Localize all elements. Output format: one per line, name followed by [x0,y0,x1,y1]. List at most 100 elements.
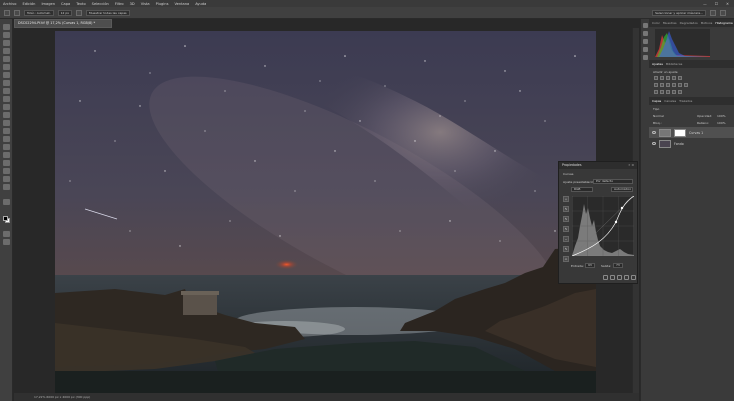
quick-select-tool-icon[interactable] [3,48,10,54]
preset-select[interactable]: Por defecto [593,179,633,184]
eraser-tool-icon[interactable] [3,112,10,118]
sample-all-layers-checkbox[interactable]: Muestrar todas las capas [86,9,130,16]
close-button[interactable]: ✕ [726,2,729,6]
gray-point-eyedropper-icon[interactable]: ✎ [563,216,569,222]
target-adjust-icon[interactable]: ⊹ [563,196,569,202]
menu-vista[interactable]: Vista [141,2,150,6]
auto-button[interactable]: Automático [611,187,633,192]
tab-histogram[interactable]: Histograma [715,21,732,25]
document-tab[interactable]: DSC02294-Pf.tif @ 17,2% (Curvas 1, RGB/8… [14,19,112,28]
clone-stamp-tool-icon[interactable] [3,96,10,102]
tab-channels[interactable]: Canales [664,99,676,103]
pen-tool-icon[interactable] [3,144,10,150]
visibility-icon[interactable] [624,275,629,280]
channel-select[interactable]: RGB [571,187,593,192]
tolerance-field[interactable]: Tolér.: Automat. [24,9,54,16]
menu-texto[interactable]: Texto [76,2,85,6]
threshold-icon[interactable] [666,90,670,94]
tab-color[interactable]: Color [652,21,660,25]
search-icon[interactable] [710,9,716,16]
hue-saturation-icon[interactable] [654,83,658,87]
quick-selection-icon[interactable] [14,9,20,16]
paragraph-icon[interactable] [643,39,648,44]
fill-field[interactable]: 100% [717,121,734,125]
selective-color-icon[interactable] [678,90,682,94]
levels-icon[interactable] [660,76,664,80]
move-tool-icon[interactable] [3,24,10,30]
screen-mode-icon[interactable] [3,239,10,245]
history-icon[interactable] [643,23,648,28]
vibrance-icon[interactable] [678,76,682,80]
type-tool-icon[interactable] [3,152,10,158]
path-select-tool-icon[interactable] [3,160,10,166]
layer-mask-thumbnail[interactable] [674,128,686,137]
color-balance-icon[interactable] [660,83,664,87]
maximize-button[interactable]: ☐ [715,2,718,6]
zoom-tool-icon[interactable] [3,184,10,190]
layer-kind-filter[interactable]: Tipo [649,107,734,111]
tab-patterns[interactable]: Motivos [701,21,713,25]
menu-edicion[interactable]: Edición [22,2,35,6]
trash-icon[interactable] [631,275,636,280]
tab-layers[interactable]: Capas [652,99,661,103]
menu-ayuda[interactable]: Ayuda [195,2,206,6]
menu-imagen[interactable]: Imagen [41,2,55,6]
menu-plugins[interactable]: Plugins [156,2,169,6]
add-selection-icon[interactable] [76,9,83,16]
hand-tool-icon[interactable] [3,176,10,182]
home-icon[interactable] [4,9,10,16]
output-field[interactable]: 73 [613,263,623,268]
menu-seleccion[interactable]: Selección [92,2,109,6]
more-tools-icon[interactable] [3,199,10,205]
layer-row-background[interactable]: Fondo [649,138,734,149]
clipping-warning-icon[interactable]: ⚠ [563,256,569,262]
tab-adjustments[interactable]: Ajustes [652,62,663,66]
history-brush-tool-icon[interactable] [3,104,10,110]
reset-icon[interactable] [617,275,622,280]
lasso-tool-icon[interactable] [3,40,10,46]
layer-row-curves[interactable]: Curvas 1 [649,127,734,138]
tab-libraries[interactable]: Bibliotecas [666,62,682,66]
properties-header[interactable]: Propiedades » ≡ [559,162,637,169]
view-previous-icon[interactable] [610,275,615,280]
character-icon[interactable] [643,47,648,52]
black-point-eyedropper-icon[interactable]: ✎ [563,206,569,212]
blur-tool-icon[interactable] [3,128,10,134]
curves-graph[interactable] [572,196,634,256]
tab-gradients[interactable]: Degradados [680,21,698,25]
brush-tool-icon[interactable] [3,88,10,94]
healing-brush-tool-icon[interactable] [3,80,10,86]
channel-mixer-icon[interactable] [678,83,682,87]
quick-mask-icon[interactable] [3,231,10,237]
select-and-mask-button[interactable]: Seleccionar y aplicar máscara... [652,9,706,16]
panel-menu-icon[interactable]: » ≡ [628,162,634,169]
eyedropper-tool-icon[interactable] [3,72,10,78]
pencil-draw-icon[interactable]: ✎ [563,246,569,252]
brush-size-field[interactable]: 12 px [57,9,73,16]
invert-icon[interactable] [654,90,658,94]
dodge-tool-icon[interactable] [3,136,10,142]
menu-3d[interactable]: 3D [130,2,135,6]
brightness-icon[interactable] [654,76,658,80]
actions-icon[interactable] [643,55,648,60]
foreground-color-swatch[interactable] [3,216,8,221]
clip-to-layer-icon[interactable] [603,275,608,280]
rectangle-tool-icon[interactable] [3,168,10,174]
gradient-map-icon[interactable] [672,90,676,94]
marquee-tool-icon[interactable] [3,32,10,38]
milky-way-photo[interactable] [55,31,596,395]
opacity-field[interactable]: 100% [717,114,734,118]
menu-capa[interactable]: Capa [61,2,70,6]
white-point-eyedropper-icon[interactable]: ✎ [563,226,569,232]
frame-tool-icon[interactable] [3,64,10,70]
input-field[interactable]: 93 [585,263,595,268]
tab-swatches[interactable]: Muestras [663,21,677,25]
menu-filtro[interactable]: Filtro [115,2,124,6]
posterize-icon[interactable] [660,90,664,94]
smooth-curve-icon[interactable]: ~ [563,236,569,242]
visibility-eye-icon[interactable] [652,142,656,145]
properties-icon[interactable] [643,31,648,36]
menu-archivo[interactable]: Archivo [3,2,16,6]
menu-ventana[interactable]: Ventana [174,2,189,6]
visibility-eye-icon[interactable] [652,131,656,134]
